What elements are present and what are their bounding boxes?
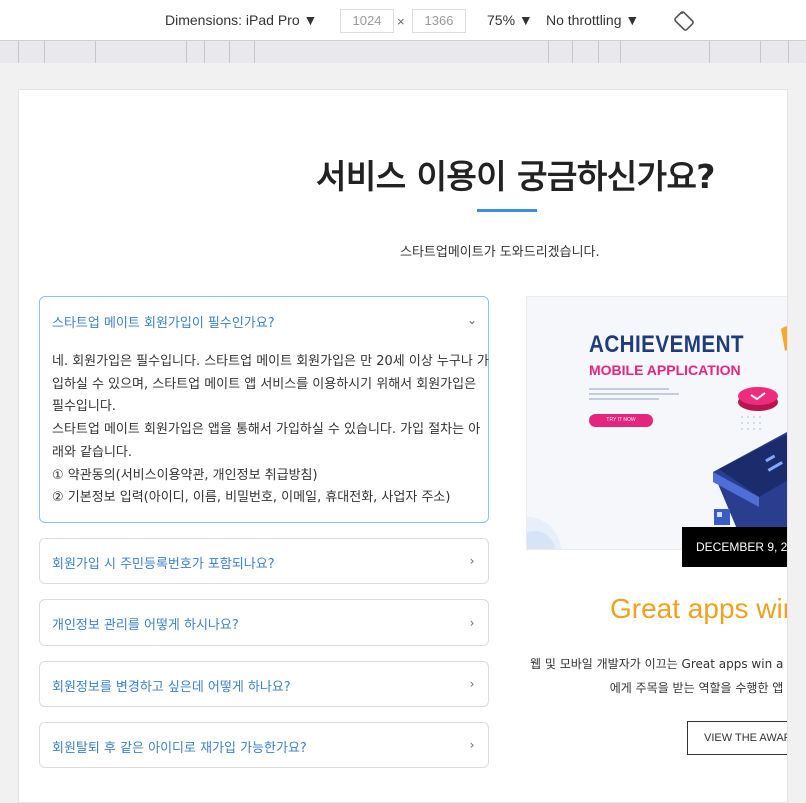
faq-item[interactable]: 스타트업 메이트 회원가입이 필수인가요? ⌄ 네. 회원가입은 필수입니다. … [39, 296, 489, 523]
times-label: × [397, 14, 405, 29]
faq-answer: 네. 회원가입은 필수입니다. 스타트업 메이트 회원가입은 만 20세 이상 … [52, 351, 489, 510]
image-filler-text [589, 385, 679, 403]
post-date: DECEMBER 9, 20 [682, 527, 787, 567]
blog-card: ACHIEVEMENT MOBILE APPLICATION TRY IT NO… [526, 296, 787, 802]
rotate-icon[interactable] [674, 11, 694, 31]
faq-question[interactable]: 스타트업 메이트 회원가입이 필수인가요? [52, 312, 275, 331]
chevron-right-icon[interactable]: › [466, 739, 478, 751]
chevron-down-icon[interactable]: ⌄ [466, 314, 478, 326]
title-underline [477, 209, 537, 212]
page-subtitle: 스타트업메이트가 도와드리겠습니다. [400, 245, 600, 260]
chevron-right-icon[interactable]: › [466, 555, 478, 567]
post-excerpt: 웹 및 모바일 개발자가 이끄는 Great apps win a 에게 주목을… [530, 652, 783, 700]
faq-question[interactable]: 회원가입 시 주민등록번호가 포함되나요? [52, 553, 275, 572]
page-title: 서비스 이용이 궁금하신가요? [316, 157, 715, 196]
device-toolbar: Dimensions: iPad Pro ▼ 1024 × 1366 75% ▼… [0, 0, 806, 40]
dimensions-dropdown[interactable]: Dimensions: iPad Pro ▼ [165, 12, 317, 28]
throttling-dropdown[interactable]: No throttling ▼ [546, 12, 639, 28]
image-heading: ACHIEVEMENT [589, 331, 744, 358]
image-cta: TRY IT NOW [589, 414, 653, 427]
answer-line: 네. 회원가입은 필수입니다. 스타트업 메이트 회원가입은 만 20세 이상 … [52, 354, 489, 369]
post-title[interactable]: Great apps win [610, 593, 787, 625]
width-input[interactable]: 1024 [340, 9, 394, 33]
media-query-ruler [0, 40, 806, 63]
height-input[interactable]: 1366 [412, 9, 466, 33]
chevron-right-icon[interactable]: › [466, 617, 478, 629]
view-award-button[interactable]: VIEW THE AWARD [687, 721, 787, 755]
faq-question[interactable]: 개인정보 관리를 어떻게 하시나요? [52, 614, 239, 633]
faq-item[interactable]: 개인정보 관리를 어떻게 하시나요? › [39, 599, 489, 646]
page-viewport: 서비스 이용이 궁금하신가요? 스타트업메이트가 도와드리겠습니다. 스타트업 … [18, 89, 788, 803]
faq-question[interactable]: 회원탈퇴 후 같은 아이디로 재가입 가능한가요? [52, 737, 307, 756]
image-subheading: MOBILE APPLICATION [589, 362, 741, 378]
faq-question[interactable]: 회원정보를 변경하고 싶은데 어떻게 하나요? [52, 676, 291, 695]
faq-item[interactable]: 회원탈퇴 후 같은 아이디로 재가입 가능한가요? › [39, 722, 489, 768]
answer-line: 필수입니다. [52, 399, 116, 415]
answer-line: 스타트업 메이트 회원가입은 앱을 통해서 가입하실 수 있습니다. 가입 절차… [52, 422, 481, 438]
answer-line: 래와 같습니다. [52, 444, 133, 460]
faq-item[interactable]: 회원가입 시 주민등록번호가 포함되나요? › [39, 538, 489, 584]
faq-item[interactable]: 회원정보를 변경하고 싶은데 어떻게 하나요? › [39, 661, 489, 707]
answer-line: ② 기본정보 입력(아이디, 이름, 비밀번호, 이메일, 휴대전화, 사업자 … [52, 490, 451, 506]
zoom-dropdown[interactable]: 75% ▼ [487, 12, 533, 28]
answer-line: 입하실 수 있으며, 스타트업 메이트 앱 서비스를 이용하시기 위해서 회원가… [52, 376, 477, 392]
chevron-right-icon[interactable]: › [466, 678, 478, 690]
answer-line: ① 약관동의(서비스이용약관, 개인정보 취급방침) [52, 467, 318, 483]
excerpt-line: 웹 및 모바일 개발자가 이끄는 Great apps win a [530, 657, 784, 671]
excerpt-line: 에게 주목을 받는 역할을 수행한 앱 [609, 681, 784, 695]
blog-image[interactable]: ACHIEVEMENT MOBILE APPLICATION TRY IT NO… [526, 296, 787, 550]
